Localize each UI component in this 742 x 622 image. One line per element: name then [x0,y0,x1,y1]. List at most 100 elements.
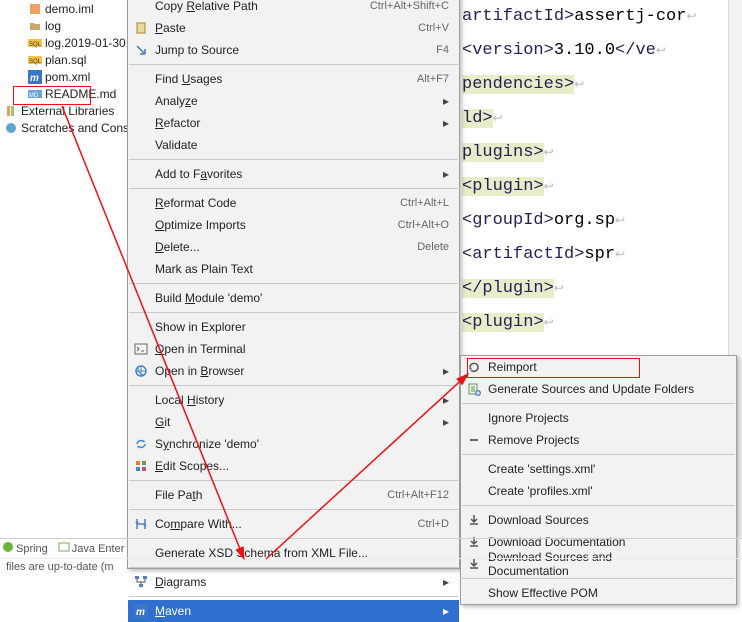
mavenmenu-download-sources[interactable]: Download Sources [461,509,736,531]
editor-line: <plugin>↩ [462,306,740,340]
editor-line: <artifactId>spr↩ [462,238,740,272]
tree-item-label: log [45,19,61,33]
menu-item-label: Synchronize 'demo' [155,437,449,451]
ctxmenu-open-in-browser[interactable]: Open in Browser▸ [128,360,459,382]
ctxmenu-local-history[interactable]: Local History▸ [128,389,459,411]
mavenmenu-reimport[interactable]: Reimport [461,356,736,378]
ctxmenu-add-to-favorites[interactable]: Add to Favorites▸ [128,163,459,185]
tree-item-label: plan.sql [45,53,86,67]
reload-icon [467,360,488,374]
ctxmenu-separator [129,509,458,510]
menu-item-label: Paste [155,21,418,35]
terminal-icon [134,342,155,356]
menu-item-shortcut: Ctrl+Alt+Shift+C [370,0,449,12]
ctxmenu-file-path[interactable]: File PathCtrl+Alt+F12 [128,484,459,506]
menu-item-label: Edit Scopes... [155,459,449,473]
ctxmenu-separator [129,283,458,284]
ctxmenu-delete-[interactable]: Delete...Delete [128,236,459,258]
menu-item-shortcut: Ctrl+D [418,518,449,530]
tree-item-label: Scratches and Cons [21,121,129,135]
menu-item-label: Local History [155,393,437,407]
menu-item-label: Open in Browser [155,364,437,378]
menu-item-label: Open in Terminal [155,342,449,356]
svg-text:m: m [136,607,145,618]
svg-text:SQL: SQL [29,42,42,48]
menu-item-label: Remove Projects [488,433,726,447]
mavenmenu-show-effective-pom[interactable]: Show Effective POM [461,582,736,604]
toolwindow-tab-spring[interactable]: Spring [2,541,48,556]
sql-icon: SQL [28,53,42,67]
status-bar: files are up-to-date (m [0,558,742,578]
ctxmenu-separator [129,312,458,313]
gen-icon [467,382,488,396]
ctxmenu-optimize-imports[interactable]: Optimize ImportsCtrl+Alt+O [128,214,459,236]
minus-icon [467,433,488,447]
ctxmenu-git[interactable]: Git▸ [128,411,459,433]
menu-item-label: Maven [155,604,437,618]
compare-icon [134,517,155,531]
svg-text:MD: MD [29,93,39,99]
sql-icon: SQL [28,36,42,50]
editor-line: <plugin>↩ [462,170,740,204]
ctxmenu-reformat-code[interactable]: Reformat CodeCtrl+Alt+L [128,192,459,214]
ctxmenu-jump-to-source[interactable]: Jump to SourceF4 [128,39,459,61]
ctxmenu-validate[interactable]: Validate [128,134,459,156]
mavenmenu-separator [462,454,735,455]
ctxmenu-synchronize-demo-[interactable]: Synchronize 'demo' [128,433,459,455]
toolwindow-tab-java-enterprise[interactable]: Java Enter [58,541,125,556]
menu-item-label: Download Sources [488,513,726,527]
editor-line: </plugin>↩ [462,272,740,306]
svg-text:SQL: SQL [29,59,42,65]
tree-item-label: External Libraries [21,104,114,118]
mavenmenu-separator [462,578,735,579]
ctxmenu-copy-relative-path[interactable]: Copy Relative PathCtrl+Alt+Shift+C [128,0,459,17]
lib-icon [4,104,18,118]
menu-item-shortcut: Alt+F7 [417,73,449,85]
ctxmenu-build-module-demo-[interactable]: Build Module 'demo' [128,287,459,309]
maven-icon: m [28,70,42,84]
mavenmenu-generate-sources-and-update-folders[interactable]: Generate Sources and Update Folders [461,378,736,400]
sync-icon [134,437,155,451]
menu-item-label: Create 'profiles.xml' [488,484,726,498]
ctxmenu-separator [129,159,458,160]
submenu-arrow-icon: ▸ [437,604,449,618]
folder-icon [28,19,42,33]
tree-item-label: pom.xml [45,70,90,84]
ctxmenu-separator [129,64,458,65]
tree-item-label: demo.iml [45,2,94,16]
context-menu[interactable]: Copy Relative PathCtrl+Alt+Shift+CPasteC… [127,0,460,569]
mavenmenu-create-settings-xml-[interactable]: Create 'settings.xml' [461,458,736,480]
ctxmenu-maven[interactable]: m Maven▸ [128,600,459,622]
ctxmenu-find-usages[interactable]: Find UsagesAlt+F7 [128,68,459,90]
menu-item-label: Show in Explorer [155,320,449,334]
editor-line: <version>3.10.0</ve↩ [462,34,740,68]
mavenmenu-ignore-projects[interactable]: Ignore Projects [461,407,736,429]
ctxmenu-paste[interactable]: PasteCtrl+V [128,17,459,39]
menu-item-label: Generate Sources and Update Folders [488,382,726,396]
ctxmenu-open-in-terminal[interactable]: Open in Terminal [128,338,459,360]
ctxmenu-compare-with-[interactable]: Compare With...Ctrl+D [128,513,459,535]
menu-item-label: Reimport [488,360,726,374]
submenu-arrow-icon: ▸ [437,94,449,108]
ctxmenu-refactor[interactable]: Refactor▸ [128,112,459,134]
mavenmenu-separator [462,403,735,404]
editor-line: pendencies>↩ [462,68,740,102]
menu-item-label: Create 'settings.xml' [488,462,726,476]
menu-item-label: Validate [155,138,449,152]
ctxmenu-mark-as-plain-text[interactable]: Mark as Plain Text [128,258,459,280]
mavenmenu-remove-projects[interactable]: Remove Projects [461,429,736,451]
menu-item-label: Add to Favorites [155,167,437,181]
submenu-arrow-icon: ▸ [437,364,449,378]
ctxmenu-analyze[interactable]: Analyze▸ [128,90,459,112]
mavenmenu-create-profiles-xml-[interactable]: Create 'profiles.xml' [461,480,736,502]
ctxmenu-show-in-explorer[interactable]: Show in Explorer [128,316,459,338]
orange-icon [28,2,42,16]
editor-line: ld>↩ [462,102,740,136]
ctxmenu-edit-scopes-[interactable]: Edit Scopes... [128,455,459,477]
tree-item-label: README.md [45,87,116,101]
dl-icon [467,513,488,527]
bottom-toolwindow-bar[interactable]: Spring Java Enter [0,538,742,558]
menu-item-label: Jump to Source [155,43,436,57]
menu-item-label: Ignore Projects [488,411,726,425]
submenu-arrow-icon: ▸ [437,415,449,429]
